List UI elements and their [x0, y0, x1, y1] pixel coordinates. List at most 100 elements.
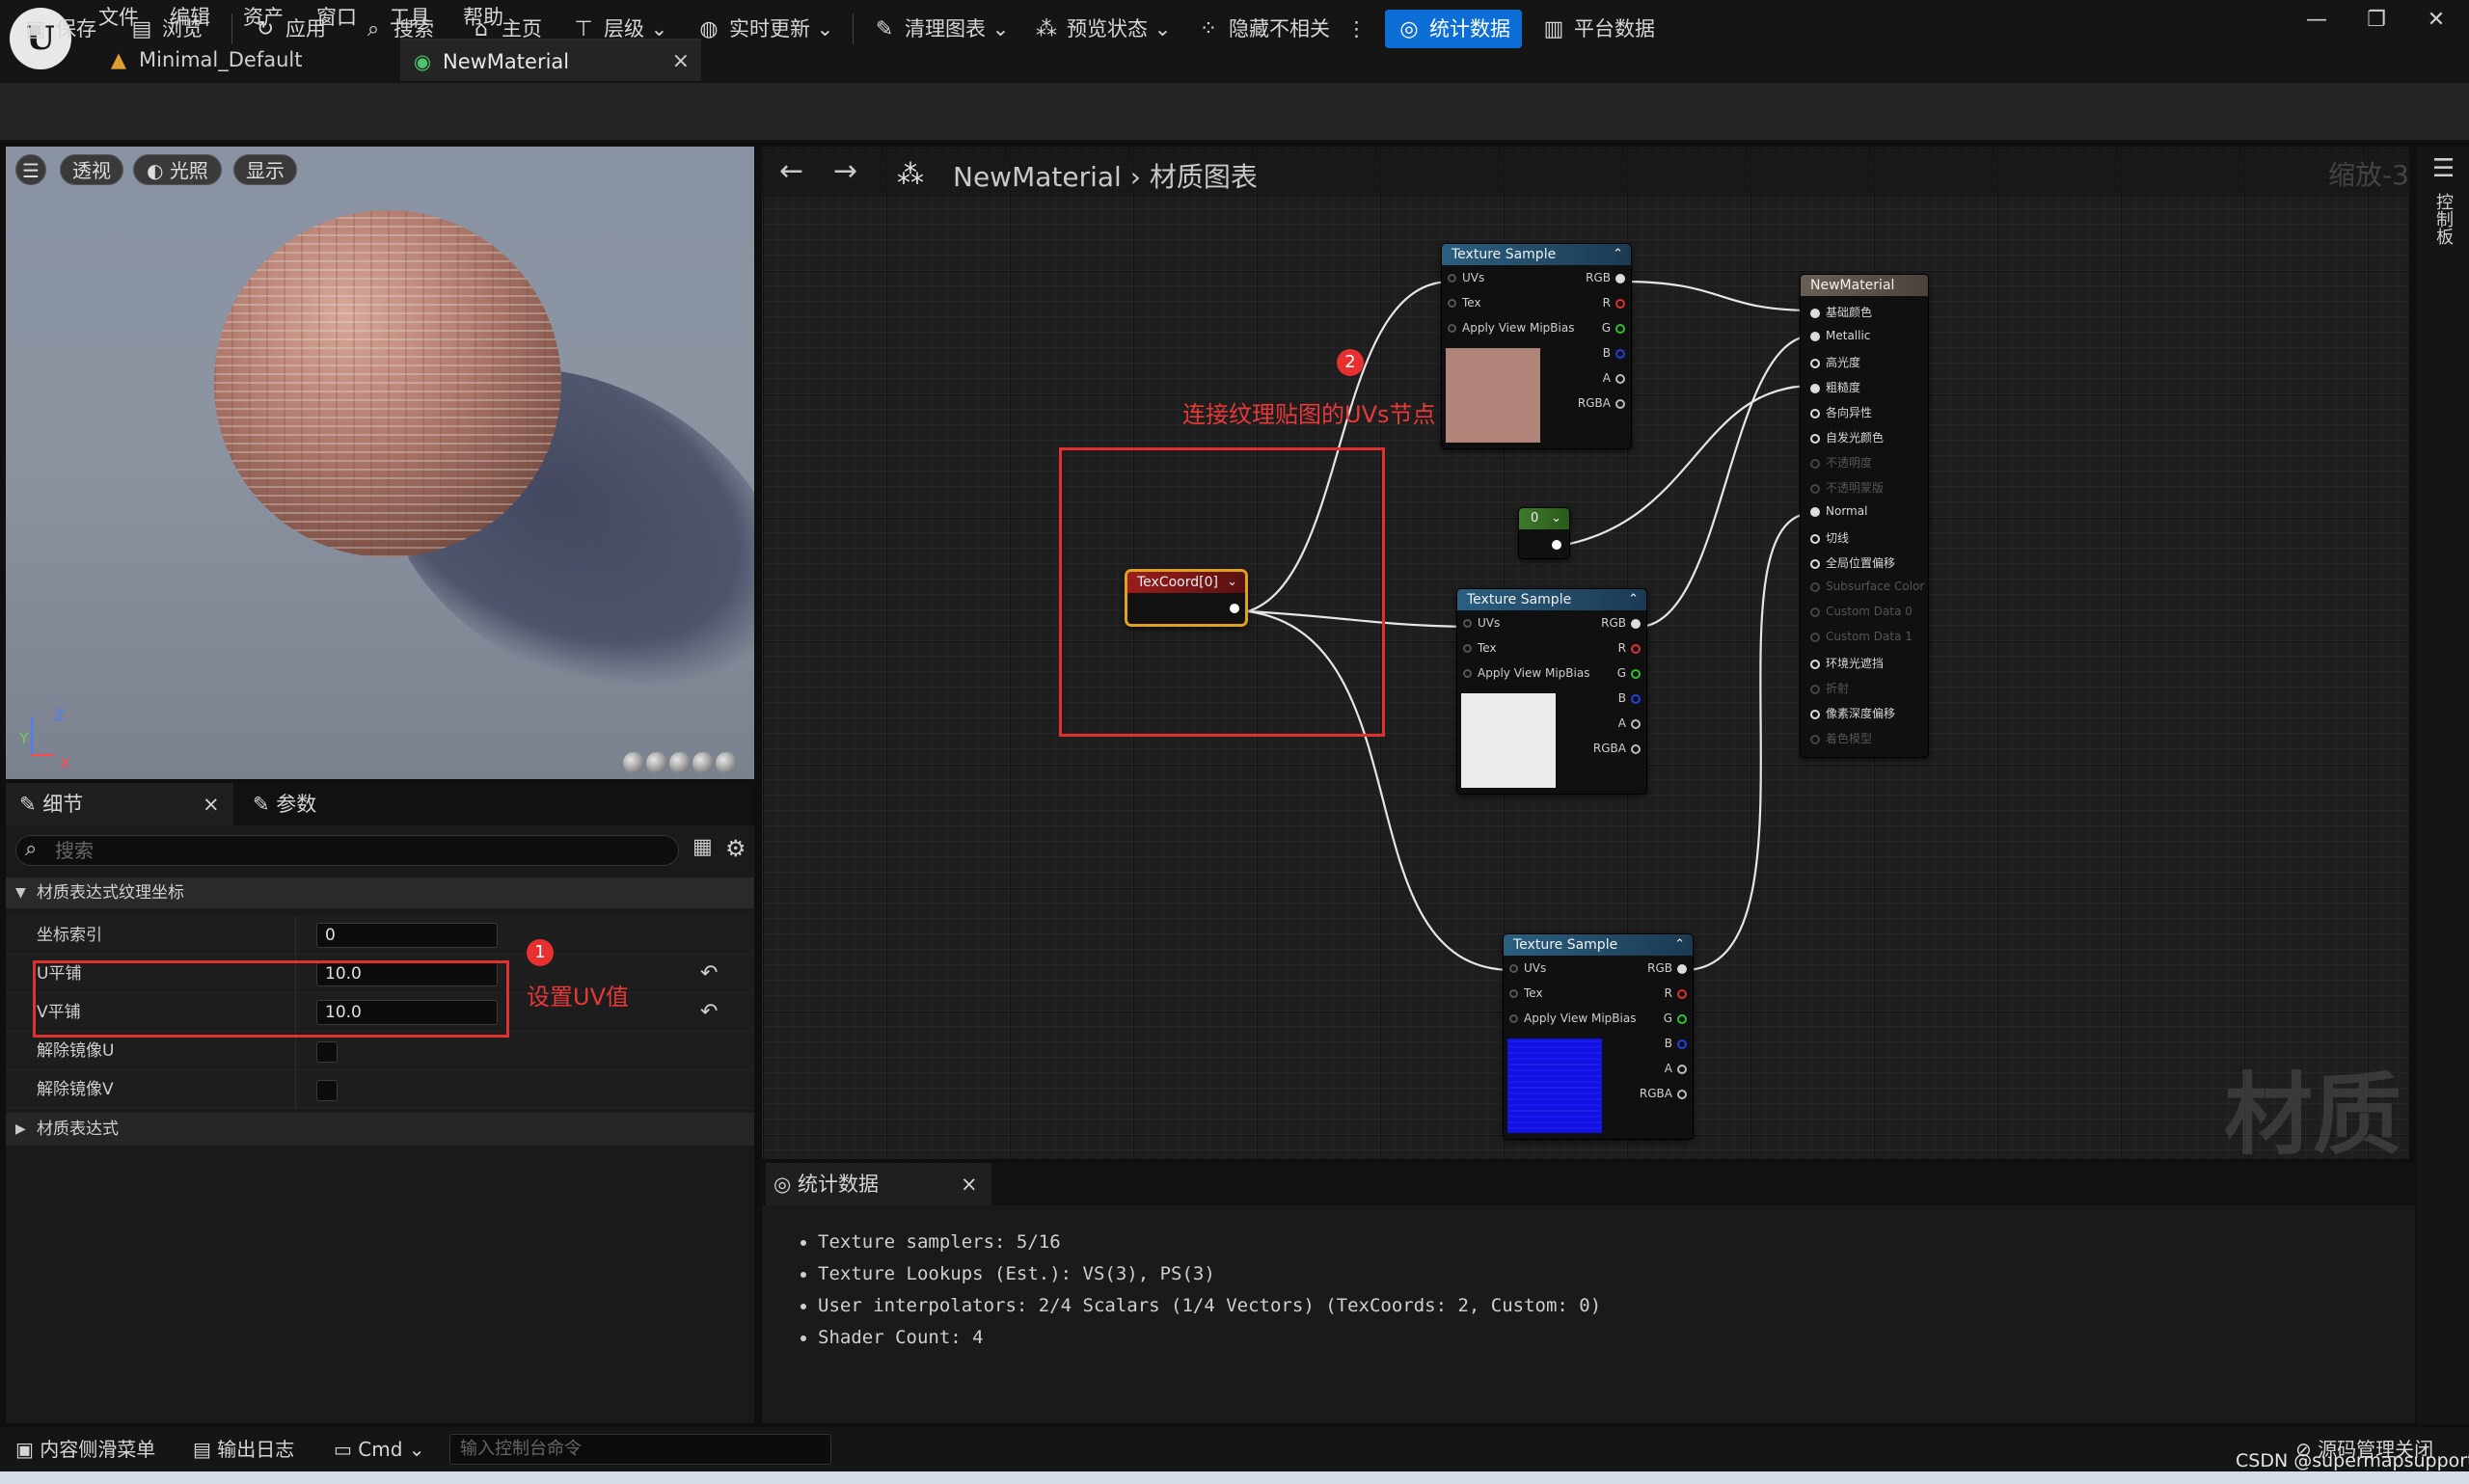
pin-icon	[1509, 989, 1518, 998]
output-pin[interactable]	[1547, 537, 1561, 551]
input-pin-mipbias[interactable]: Apply View MipBias	[1463, 666, 1589, 680]
list-item: Shader Count: 4	[818, 1322, 1601, 1354]
output-pin-rgba[interactable]: RGBA	[1640, 1087, 1687, 1100]
pin-pixel-depth-offset[interactable]: 像素深度偏移	[1810, 705, 1895, 721]
arrow-right-icon[interactable]: →	[833, 154, 857, 188]
output-pin-rgb[interactable]: RGB	[1647, 961, 1687, 975]
pin-icon	[1810, 659, 1820, 669]
input-pin-tex[interactable]: Tex	[1509, 986, 1543, 1000]
pin-icon	[1615, 348, 1625, 359]
output-pin-a[interactable]: A	[1665, 1062, 1687, 1075]
annotation-text-2: 连接纹理贴图的UVs节点	[1182, 401, 1436, 428]
content-drawer-icon: ▣	[15, 1438, 41, 1461]
list-item: Texture samplers: 5/16	[818, 1227, 1601, 1258]
pin-anisotropy[interactable]: 各向异性	[1810, 404, 1872, 420]
pin-icon	[1448, 299, 1456, 308]
output-pin-r[interactable]: R	[1618, 641, 1641, 655]
list-item: Texture Lookups (Est.): VS(3), PS(3)	[818, 1258, 1601, 1290]
output-pin-rgb[interactable]: RGB	[1601, 616, 1641, 630]
pin-icon	[1810, 632, 1820, 642]
output-pin-a[interactable]: A	[1618, 716, 1641, 730]
constant-node[interactable]: 0 ⌄	[1518, 507, 1570, 559]
pin-icon	[1615, 398, 1625, 409]
output-pin-b[interactable]: B	[1665, 1037, 1687, 1050]
console-command-input[interactable]: 输入控制台命令	[449, 1434, 831, 1465]
output-pin-r[interactable]: R	[1665, 986, 1687, 1000]
texture-sample-node[interactable]: Texture Sample ⌃ UVs Tex Apply View MipBi…	[1441, 243, 1632, 449]
output-pin-g[interactable]: G	[1617, 666, 1641, 680]
pin-opacity: 不透明度	[1810, 454, 1872, 471]
pin-world-position-offset[interactable]: 全局位置偏移	[1810, 554, 1895, 571]
pin-icon	[1463, 619, 1472, 628]
output-pin-r[interactable]: R	[1603, 296, 1625, 310]
output-pin-rgb[interactable]: RGB	[1586, 271, 1625, 284]
input-pin-uvs[interactable]: UVs	[1463, 616, 1500, 630]
output-log-icon: ▤	[193, 1438, 218, 1461]
pin-subsurface-color: Subsurface Color	[1810, 580, 1924, 593]
pin-icon	[1810, 331, 1820, 341]
collapse-icon[interactable]: ⌃	[1674, 934, 1685, 956]
material-result-node[interactable]: NewMaterial 基础颜色 Metallic 高光度 粗糙度 各向异性 自…	[1800, 274, 1929, 758]
pin-icon	[1448, 274, 1456, 283]
chevron-down-icon[interactable]: ⌄	[1551, 508, 1561, 529]
texture-sample-node[interactable]: Texture Sample ⌃ UVs Tex Apply View MipBi…	[1456, 588, 1647, 795]
pin-icon	[1631, 743, 1641, 754]
texture-preview-thumbnail	[1461, 693, 1556, 788]
pin-icon	[1810, 483, 1820, 494]
annotation-box-texcoord	[1059, 447, 1385, 737]
unreal-material-editor: U 文件 编辑 资产 窗口 工具 帮助 ▲ Minimal_Default ◉ Ne…	[0, 0, 2469, 1484]
pin-tangent[interactable]: 切线	[1810, 529, 1849, 546]
input-pin-tex[interactable]: Tex	[1463, 641, 1497, 655]
output-pin-g[interactable]: G	[1602, 321, 1625, 335]
pin-metallic[interactable]: Metallic	[1810, 329, 1870, 342]
wire-tex1-rgb-to-basecolor	[1621, 280, 1814, 312]
pin-ambient-occlusion[interactable]: 环境光遮挡	[1810, 655, 1884, 671]
pin-icon	[1810, 458, 1820, 469]
content-drawer-button[interactable]: ▣ 内容侧滑菜单	[15, 1433, 155, 1466]
input-pin-tex[interactable]: Tex	[1448, 296, 1481, 310]
pin-custom-data-0: Custom Data 0	[1810, 605, 1913, 618]
pin-icon	[1810, 581, 1820, 592]
arrow-left-icon[interactable]: ←	[779, 154, 803, 188]
pin-roughness[interactable]: 粗糙度	[1810, 379, 1860, 395]
breadcrumb-graph[interactable]: 材质图表	[1150, 161, 1258, 193]
pin-icon	[1615, 373, 1625, 384]
pin-icon	[1810, 308, 1820, 318]
list-icon[interactable]: ☰	[2432, 154, 2455, 183]
pin-icon	[1810, 533, 1820, 544]
stats-icon: ◎	[773, 1173, 798, 1196]
output-pin-b[interactable]: B	[1618, 691, 1641, 705]
pin-icon	[1677, 963, 1687, 974]
pin-icon	[1810, 506, 1820, 517]
input-pin-uvs[interactable]: UVs	[1509, 961, 1546, 975]
input-pin-mipbias[interactable]: Apply View MipBias	[1448, 321, 1574, 335]
palette-tab[interactable]: 控制板	[2430, 193, 2455, 245]
collapse-icon[interactable]: ⌃	[1613, 244, 1623, 265]
input-pin-mipbias[interactable]: Apply View MipBias	[1509, 1012, 1636, 1025]
pin-specular[interactable]: 高光度	[1810, 354, 1860, 370]
breadcrumb-asset[interactable]: NewMaterial	[953, 161, 1122, 193]
pin-refraction: 折射	[1810, 680, 1849, 696]
tab-stats[interactable]: ◎ 统计数据 ×	[766, 1163, 991, 1205]
right-sidebar	[2417, 147, 2469, 1424]
cmd-dropdown[interactable]: ▭ Cmd ⌄	[334, 1433, 425, 1466]
pin-emissive[interactable]: 自发光颜色	[1810, 429, 1884, 445]
node-title: Texture Sample ⌃	[1457, 589, 1646, 610]
close-icon[interactable]: ×	[961, 1163, 978, 1205]
output-log-button[interactable]: ▤ 输出日志	[193, 1433, 294, 1466]
output-pin-rgba[interactable]: RGBA	[1593, 742, 1641, 755]
pin-normal[interactable]: Normal	[1810, 504, 1867, 518]
pin-icon	[1810, 607, 1820, 617]
collapse-icon[interactable]: ⌃	[1628, 589, 1639, 610]
pin-icon	[1810, 358, 1820, 368]
pin-icon	[1615, 323, 1625, 334]
breadcrumb[interactable]: NewMaterial › 材质图表	[953, 156, 1258, 195]
output-pin-rgba[interactable]: RGBA	[1578, 396, 1625, 410]
pin-base-color[interactable]: 基础颜色	[1810, 304, 1872, 320]
input-pin-uvs[interactable]: UVs	[1448, 271, 1484, 284]
pin-icon	[1810, 734, 1820, 744]
output-pin-b[interactable]: B	[1603, 346, 1625, 360]
output-pin-g[interactable]: G	[1664, 1012, 1687, 1025]
output-pin-a[interactable]: A	[1603, 371, 1625, 385]
texture-sample-node[interactable]: Texture Sample ⌃ UVs Tex Apply View MipBi…	[1503, 933, 1694, 1140]
